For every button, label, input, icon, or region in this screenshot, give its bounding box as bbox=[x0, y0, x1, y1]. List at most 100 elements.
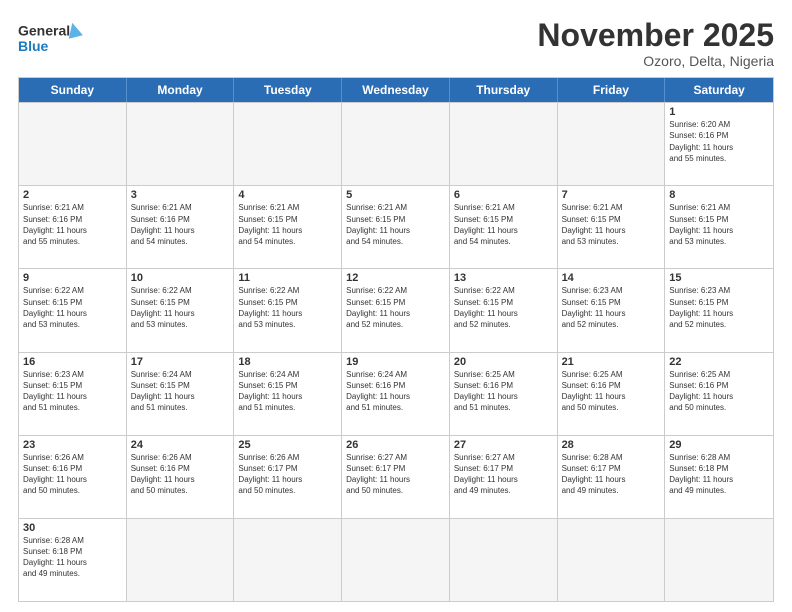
cell-sun-info: Sunrise: 6:27 AM Sunset: 6:17 PM Dayligh… bbox=[454, 452, 553, 497]
cell-sun-info: Sunrise: 6:28 AM Sunset: 6:18 PM Dayligh… bbox=[669, 452, 769, 497]
calendar-cell: 13Sunrise: 6:22 AM Sunset: 6:15 PM Dayli… bbox=[450, 269, 558, 351]
title-block: November 2025 Ozoro, Delta, Nigeria bbox=[537, 18, 774, 69]
day-number: 17 bbox=[131, 356, 230, 368]
day-number: 25 bbox=[238, 439, 337, 451]
calendar-cell: 24Sunrise: 6:26 AM Sunset: 6:16 PM Dayli… bbox=[127, 436, 235, 518]
day-number: 29 bbox=[669, 439, 769, 451]
cell-sun-info: Sunrise: 6:23 AM Sunset: 6:15 PM Dayligh… bbox=[562, 285, 661, 330]
cell-sun-info: Sunrise: 6:21 AM Sunset: 6:15 PM Dayligh… bbox=[669, 202, 769, 247]
day-number: 9 bbox=[23, 272, 122, 284]
cell-sun-info: Sunrise: 6:21 AM Sunset: 6:15 PM Dayligh… bbox=[346, 202, 445, 247]
day-number: 27 bbox=[454, 439, 553, 451]
day-number: 15 bbox=[669, 272, 769, 284]
calendar-cell bbox=[558, 103, 666, 185]
day-number: 5 bbox=[346, 189, 445, 201]
calendar-cell: 21Sunrise: 6:25 AM Sunset: 6:16 PM Dayli… bbox=[558, 353, 666, 435]
calendar-cell bbox=[450, 103, 558, 185]
cell-sun-info: Sunrise: 6:26 AM Sunset: 6:16 PM Dayligh… bbox=[23, 452, 122, 497]
day-number: 10 bbox=[131, 272, 230, 284]
day-number: 1 bbox=[669, 106, 769, 118]
day-number: 2 bbox=[23, 189, 122, 201]
calendar-cell bbox=[234, 519, 342, 601]
location: Ozoro, Delta, Nigeria bbox=[537, 53, 774, 69]
calendar-cell bbox=[342, 103, 450, 185]
calendar-cell: 23Sunrise: 6:26 AM Sunset: 6:16 PM Dayli… bbox=[19, 436, 127, 518]
calendar-cell: 20Sunrise: 6:25 AM Sunset: 6:16 PM Dayli… bbox=[450, 353, 558, 435]
cell-sun-info: Sunrise: 6:24 AM Sunset: 6:16 PM Dayligh… bbox=[346, 369, 445, 414]
calendar-header-thursday: Thursday bbox=[450, 78, 558, 102]
cell-sun-info: Sunrise: 6:23 AM Sunset: 6:15 PM Dayligh… bbox=[23, 369, 122, 414]
generalblue-logo-icon: GeneralBlue bbox=[18, 18, 88, 56]
calendar-row-1: 2Sunrise: 6:21 AM Sunset: 6:16 PM Daylig… bbox=[19, 185, 773, 268]
calendar-cell bbox=[558, 519, 666, 601]
calendar-header-friday: Friday bbox=[558, 78, 666, 102]
calendar-cell: 2Sunrise: 6:21 AM Sunset: 6:16 PM Daylig… bbox=[19, 186, 127, 268]
calendar-cell: 19Sunrise: 6:24 AM Sunset: 6:16 PM Dayli… bbox=[342, 353, 450, 435]
day-number: 20 bbox=[454, 356, 553, 368]
day-number: 12 bbox=[346, 272, 445, 284]
cell-sun-info: Sunrise: 6:28 AM Sunset: 6:17 PM Dayligh… bbox=[562, 452, 661, 497]
cell-sun-info: Sunrise: 6:21 AM Sunset: 6:15 PM Dayligh… bbox=[454, 202, 553, 247]
calendar-row-4: 23Sunrise: 6:26 AM Sunset: 6:16 PM Dayli… bbox=[19, 435, 773, 518]
calendar-cell: 22Sunrise: 6:25 AM Sunset: 6:16 PM Dayli… bbox=[665, 353, 773, 435]
day-number: 4 bbox=[238, 189, 337, 201]
calendar-row-3: 16Sunrise: 6:23 AM Sunset: 6:15 PM Dayli… bbox=[19, 352, 773, 435]
calendar-body: 1Sunrise: 6:20 AM Sunset: 6:16 PM Daylig… bbox=[19, 102, 773, 601]
calendar-cell bbox=[234, 103, 342, 185]
cell-sun-info: Sunrise: 6:25 AM Sunset: 6:16 PM Dayligh… bbox=[669, 369, 769, 414]
calendar-header-wednesday: Wednesday bbox=[342, 78, 450, 102]
calendar-cell: 16Sunrise: 6:23 AM Sunset: 6:15 PM Dayli… bbox=[19, 353, 127, 435]
cell-sun-info: Sunrise: 6:27 AM Sunset: 6:17 PM Dayligh… bbox=[346, 452, 445, 497]
calendar-cell: 28Sunrise: 6:28 AM Sunset: 6:17 PM Dayli… bbox=[558, 436, 666, 518]
cell-sun-info: Sunrise: 6:20 AM Sunset: 6:16 PM Dayligh… bbox=[669, 119, 769, 164]
calendar-header: SundayMondayTuesdayWednesdayThursdayFrid… bbox=[19, 78, 773, 102]
calendar-cell: 15Sunrise: 6:23 AM Sunset: 6:15 PM Dayli… bbox=[665, 269, 773, 351]
calendar-cell: 18Sunrise: 6:24 AM Sunset: 6:15 PM Dayli… bbox=[234, 353, 342, 435]
calendar-cell: 6Sunrise: 6:21 AM Sunset: 6:15 PM Daylig… bbox=[450, 186, 558, 268]
cell-sun-info: Sunrise: 6:24 AM Sunset: 6:15 PM Dayligh… bbox=[131, 369, 230, 414]
day-number: 6 bbox=[454, 189, 553, 201]
calendar-cell bbox=[19, 103, 127, 185]
calendar-row-0: 1Sunrise: 6:20 AM Sunset: 6:16 PM Daylig… bbox=[19, 102, 773, 185]
calendar-cell: 29Sunrise: 6:28 AM Sunset: 6:18 PM Dayli… bbox=[665, 436, 773, 518]
calendar-cell: 9Sunrise: 6:22 AM Sunset: 6:15 PM Daylig… bbox=[19, 269, 127, 351]
cell-sun-info: Sunrise: 6:26 AM Sunset: 6:16 PM Dayligh… bbox=[131, 452, 230, 497]
day-number: 14 bbox=[562, 272, 661, 284]
day-number: 13 bbox=[454, 272, 553, 284]
calendar-header-tuesday: Tuesday bbox=[234, 78, 342, 102]
calendar: SundayMondayTuesdayWednesdayThursdayFrid… bbox=[18, 77, 774, 602]
day-number: 7 bbox=[562, 189, 661, 201]
calendar-cell: 1Sunrise: 6:20 AM Sunset: 6:16 PM Daylig… bbox=[665, 103, 773, 185]
calendar-cell: 5Sunrise: 6:21 AM Sunset: 6:15 PM Daylig… bbox=[342, 186, 450, 268]
calendar-cell bbox=[342, 519, 450, 601]
calendar-cell: 17Sunrise: 6:24 AM Sunset: 6:15 PM Dayli… bbox=[127, 353, 235, 435]
page: GeneralBlue November 2025 Ozoro, Delta, … bbox=[0, 0, 792, 612]
day-number: 11 bbox=[238, 272, 337, 284]
day-number: 21 bbox=[562, 356, 661, 368]
calendar-cell: 12Sunrise: 6:22 AM Sunset: 6:15 PM Dayli… bbox=[342, 269, 450, 351]
svg-text:General: General bbox=[18, 22, 70, 38]
calendar-cell: 14Sunrise: 6:23 AM Sunset: 6:15 PM Dayli… bbox=[558, 269, 666, 351]
day-number: 22 bbox=[669, 356, 769, 368]
calendar-cell: 11Sunrise: 6:22 AM Sunset: 6:15 PM Dayli… bbox=[234, 269, 342, 351]
cell-sun-info: Sunrise: 6:21 AM Sunset: 6:16 PM Dayligh… bbox=[23, 202, 122, 247]
day-number: 8 bbox=[669, 189, 769, 201]
calendar-cell: 7Sunrise: 6:21 AM Sunset: 6:15 PM Daylig… bbox=[558, 186, 666, 268]
cell-sun-info: Sunrise: 6:22 AM Sunset: 6:15 PM Dayligh… bbox=[346, 285, 445, 330]
calendar-cell: 4Sunrise: 6:21 AM Sunset: 6:15 PM Daylig… bbox=[234, 186, 342, 268]
calendar-cell bbox=[450, 519, 558, 601]
cell-sun-info: Sunrise: 6:25 AM Sunset: 6:16 PM Dayligh… bbox=[454, 369, 553, 414]
day-number: 23 bbox=[23, 439, 122, 451]
calendar-cell: 27Sunrise: 6:27 AM Sunset: 6:17 PM Dayli… bbox=[450, 436, 558, 518]
calendar-cell: 10Sunrise: 6:22 AM Sunset: 6:15 PM Dayli… bbox=[127, 269, 235, 351]
day-number: 18 bbox=[238, 356, 337, 368]
calendar-header-monday: Monday bbox=[127, 78, 235, 102]
cell-sun-info: Sunrise: 6:21 AM Sunset: 6:15 PM Dayligh… bbox=[238, 202, 337, 247]
cell-sun-info: Sunrise: 6:24 AM Sunset: 6:15 PM Dayligh… bbox=[238, 369, 337, 414]
day-number: 16 bbox=[23, 356, 122, 368]
calendar-cell: 30Sunrise: 6:28 AM Sunset: 6:18 PM Dayli… bbox=[19, 519, 127, 601]
header: GeneralBlue November 2025 Ozoro, Delta, … bbox=[18, 18, 774, 69]
cell-sun-info: Sunrise: 6:21 AM Sunset: 6:15 PM Dayligh… bbox=[562, 202, 661, 247]
day-number: 26 bbox=[346, 439, 445, 451]
cell-sun-info: Sunrise: 6:22 AM Sunset: 6:15 PM Dayligh… bbox=[23, 285, 122, 330]
